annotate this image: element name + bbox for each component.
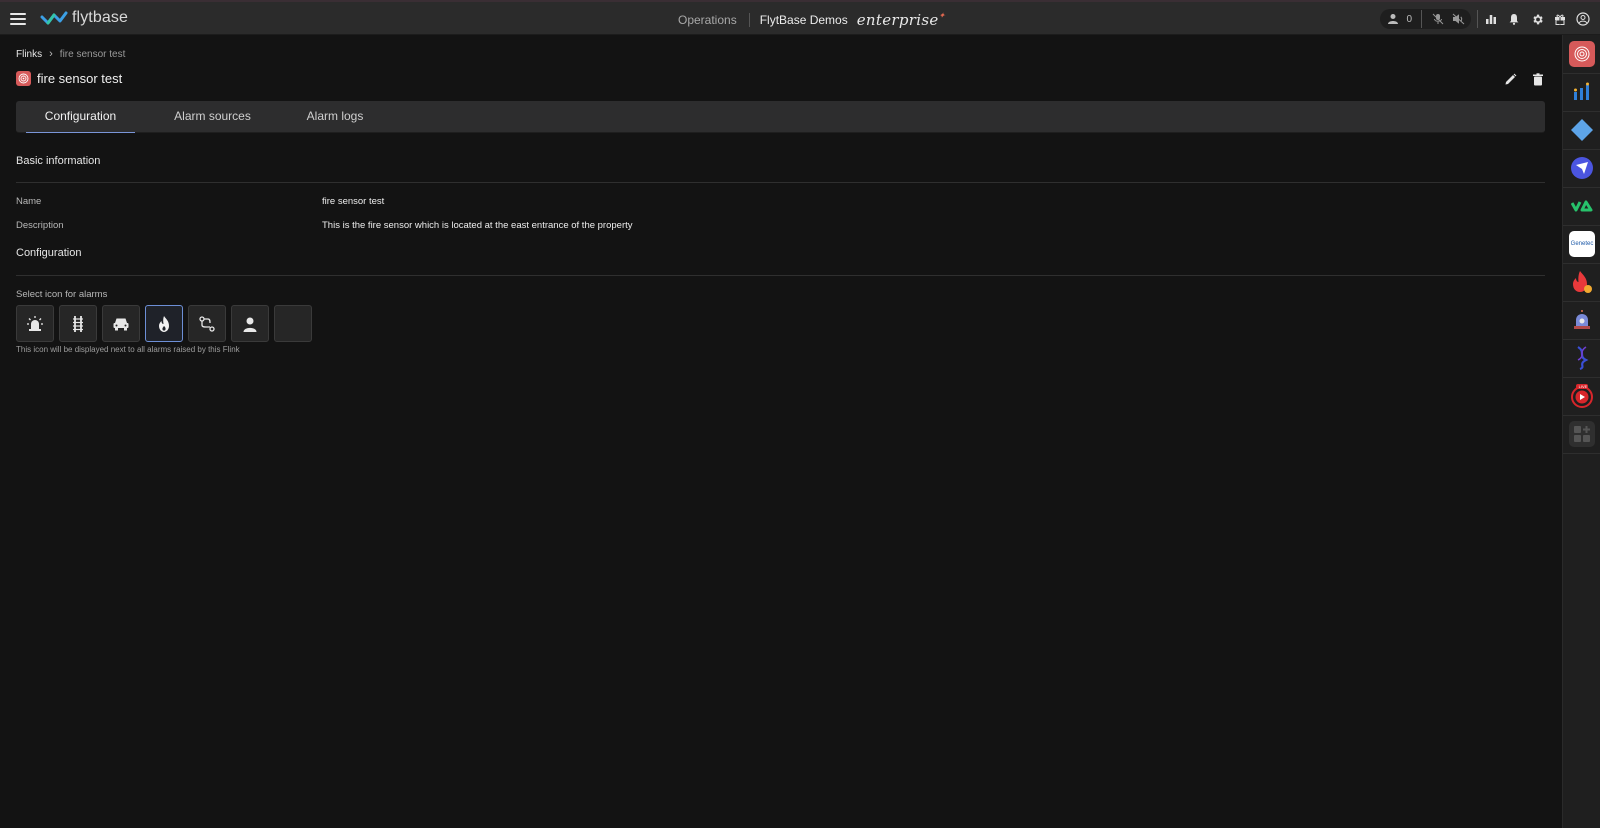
flame-app-icon[interactable] — [1569, 269, 1595, 295]
divider — [16, 275, 1545, 276]
divider — [1563, 377, 1600, 378]
description-label: Description — [16, 220, 64, 231]
delete-icon[interactable] — [1531, 72, 1545, 86]
divider — [1563, 225, 1600, 226]
divider — [1563, 149, 1600, 150]
integration-app-icon[interactable] — [1569, 80, 1595, 106]
speaker-off-icon[interactable] — [1451, 12, 1465, 26]
divider — [748, 13, 750, 27]
divider — [1563, 453, 1600, 454]
edition-text: enterprise — [856, 11, 939, 29]
gear-icon[interactable] — [1530, 12, 1544, 26]
chevron-right-icon: › — [49, 48, 53, 60]
apps-rail: Genetec LIVE — [1562, 35, 1600, 828]
operations-link[interactable]: Operations — [678, 13, 737, 27]
live-app-icon[interactable]: LIVE — [1569, 383, 1595, 409]
page-actions — [1503, 72, 1545, 86]
tab-configuration[interactable]: Configuration — [26, 101, 135, 133]
user-count: 0 — [1406, 13, 1412, 25]
alarm-app-icon[interactable] — [1569, 307, 1595, 333]
breadcrumb-flinks[interactable]: Flinks — [16, 49, 42, 60]
fire-sensor-app-icon[interactable] — [1569, 41, 1595, 67]
divider — [1563, 263, 1600, 264]
name-value: fire sensor test — [322, 196, 385, 207]
tab-bar: Configuration Alarm sources Alarm logs — [16, 101, 1545, 133]
top-bar: flytbase Operations FlytBase Demos enter… — [0, 0, 1600, 35]
divider — [1563, 187, 1600, 188]
top-right-controls: 0 — [1380, 9, 1590, 29]
genetec-text: Genetec — [1570, 241, 1594, 247]
edit-icon[interactable] — [1503, 72, 1517, 86]
alarm-icon-picker — [16, 305, 312, 342]
presence-pill[interactable]: 0 — [1380, 9, 1471, 29]
mic-off-icon[interactable] — [1431, 12, 1445, 26]
page-title: fire sensor test — [37, 71, 123, 86]
divider — [1563, 301, 1600, 302]
route-icon[interactable] — [188, 305, 226, 342]
flytbase-logo[interactable]: flytbase — [40, 9, 128, 27]
genetec-app-icon[interactable]: Genetec — [1569, 231, 1595, 257]
org-name[interactable]: FlytBase Demos — [760, 13, 848, 27]
tab-alarm-logs[interactable]: Alarm logs — [296, 101, 374, 133]
basic-info-heading: Basic information — [16, 155, 101, 167]
account-icon[interactable] — [1576, 12, 1590, 26]
divider — [1477, 10, 1478, 28]
flytbase-logo-icon — [40, 11, 68, 25]
description-value: This is the fire sensor which is located… — [322, 220, 633, 231]
person-icon[interactable] — [231, 305, 269, 342]
icon-hint: This icon will be displayed next to all … — [16, 345, 240, 354]
divider — [1563, 415, 1600, 416]
divider — [16, 182, 1545, 183]
fire-sensor-icon — [16, 71, 31, 86]
arrow-app-icon[interactable] — [1569, 155, 1595, 181]
divider — [1421, 10, 1422, 28]
configuration-heading: Configuration — [16, 247, 82, 259]
diamond-app-icon[interactable] — [1569, 117, 1595, 143]
breadcrumb: Flinks › fire sensor test — [16, 48, 125, 60]
bell-icon[interactable] — [1507, 12, 1521, 26]
name-label: Name — [16, 196, 42, 207]
siren-icon[interactable] — [16, 305, 54, 342]
tab-alarm-sources[interactable]: Alarm sources — [161, 101, 264, 133]
divider — [1563, 73, 1600, 74]
dna-app-icon[interactable] — [1569, 345, 1595, 371]
breadcrumb-current: fire sensor test — [59, 48, 126, 60]
analytics-icon[interactable] — [1484, 12, 1498, 26]
users-icon — [1386, 12, 1400, 26]
divider — [1563, 339, 1600, 340]
fire-icon[interactable] — [145, 305, 183, 342]
vehicle-icon[interactable] — [102, 305, 140, 342]
va-app-icon[interactable] — [1569, 193, 1595, 219]
fence-icon[interactable] — [59, 305, 97, 342]
org-switcher: Operations FlytBase Demos enterprise✦ — [678, 11, 946, 29]
logo-text: flytbase — [72, 9, 128, 26]
edition-mark-icon: ✦ — [938, 11, 946, 20]
menu-icon[interactable] — [10, 13, 26, 25]
select-icon-label: Select icon for alarms — [16, 289, 108, 300]
live-badge-text: LIVE — [1578, 384, 1588, 389]
empty-icon-slot[interactable] — [274, 305, 312, 342]
edition-badge: enterprise✦ — [857, 11, 946, 29]
add-app-icon[interactable] — [1569, 421, 1595, 447]
gift-icon[interactable] — [1553, 12, 1567, 26]
divider — [1563, 111, 1600, 112]
page-header: fire sensor test — [16, 71, 122, 86]
